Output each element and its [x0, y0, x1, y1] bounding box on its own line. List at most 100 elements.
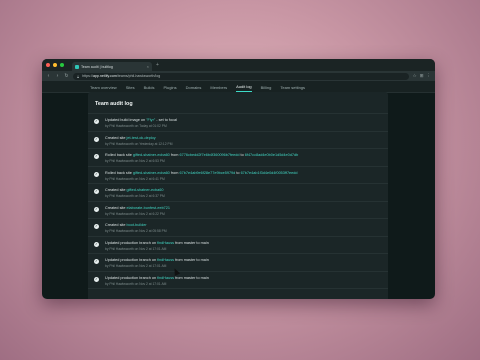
- close-tab-icon[interactable]: ×: [147, 64, 149, 69]
- check-circle-icon: ✓: [94, 259, 99, 264]
- deploy-link[interactable]: 6776cbedd2f7e6b4f360096b7feedd: [180, 153, 240, 157]
- audit-log-entry: ✓ Updated production branch on findHauss …: [88, 272, 388, 289]
- audit-log-entry: ✓ Updated build image on "Flyr" - set to …: [88, 114, 388, 132]
- maximize-window-icon[interactable]: [60, 63, 64, 67]
- menu-kebab-icon[interactable]: ⋮: [427, 73, 432, 79]
- entry-link[interactable]: "Flyr": [146, 118, 155, 122]
- tab-members[interactable]: Members: [210, 85, 227, 92]
- tab-team-settings[interactable]: Team settings: [280, 85, 305, 92]
- url-prefix: https://: [82, 74, 93, 78]
- tab-team-overview[interactable]: Team overview: [90, 85, 117, 92]
- entry-description: Updated production branch on findHauss f…: [105, 254, 388, 262]
- entry-text: - set to focal: [155, 118, 177, 122]
- toolbar-actions: ☆ ⊞ ⋮: [413, 73, 431, 79]
- entry-meta: by Phil Hawksworth on Nov 2 at 6:37 PM: [105, 194, 165, 198]
- tab-billing[interactable]: Billing: [261, 85, 272, 92]
- entry-description: Updated production branch on findHauss f…: [105, 237, 388, 245]
- entry-text: from master to main: [174, 258, 209, 262]
- tab-builds[interactable]: Builds: [144, 85, 155, 92]
- audit-log-entry: ✓ Rolled back site gifted-shatner-ecba60 …: [88, 167, 388, 184]
- audit-log-entry: ✓ Created site gifted-shatner-ecba60 by Ph…: [88, 184, 388, 202]
- deploy-link[interactable]: 67b7e4ab9e6f28e77e9bce5979d: [180, 171, 236, 175]
- check-circle-icon: ✓: [94, 241, 99, 247]
- browser-toolbar: ‹ › ↻ 🔒︎ https://app.netlify.com/teams/p…: [42, 71, 435, 81]
- entry-text: Created site: [105, 205, 127, 210]
- entry-link[interactable]: gifted-shatner-ecba60: [133, 171, 170, 175]
- entry-text: Updated build image on: [105, 118, 147, 122]
- check-circle-icon: ✓: [94, 119, 99, 124]
- check-circle-icon: ✓: [94, 189, 99, 194]
- entry-description: Updated production branch on findHauss f…: [105, 272, 388, 280]
- entry-description: Created site boot-builder: [105, 219, 388, 227]
- browser-tab[interactable]: Team audit | builtlog ×: [72, 62, 152, 71]
- entry-text: Created site: [105, 135, 127, 140]
- entry-meta: by Phil Hawksworth on Nov 2 at 6:22 PM: [105, 211, 165, 216]
- entry-description: Created site gifted-shatner-ecba60: [105, 184, 388, 192]
- deploy-link[interactable]: 67b7e4ab1f3d4e0d4f0053ff7eedd: [241, 171, 298, 175]
- address-bar[interactable]: 🔒︎ https://app.netlify.com/teams/phil-ha…: [73, 72, 409, 80]
- audit-log-entry: ✓ Created site jet-test-ok-deploy by Phil …: [88, 132, 388, 149]
- entry-meta: by Phil Hawksworth on Today at 01:02 PM: [105, 124, 167, 128]
- browser-window: Team audit | builtlog × + ‹ › ↻ 🔒︎ https…: [42, 59, 435, 299]
- entry-link[interactable]: gifted-shatner-ecba60: [133, 153, 170, 157]
- entry-text: Rolled back site: [105, 153, 133, 157]
- entry-text: from: [169, 170, 180, 175]
- entry-text: from master to main: [174, 275, 209, 280]
- new-tab-icon[interactable]: +: [156, 62, 159, 68]
- entry-meta: by Phil Hawksworth on Nov 2 at 6:41 PM: [105, 176, 165, 181]
- audit-log-entry: ✓ Created site elaborate-bunfest-eeb721 by…: [88, 202, 388, 219]
- entry-text: Updated production branch on: [105, 240, 158, 245]
- entry-meta: by Phil Hawksworth on Nov 2 at 05:58 PM: [105, 229, 167, 233]
- entry-meta: by Phil Hawksworth on Yesterday at 12:12…: [105, 141, 173, 146]
- url-path: /teams/phil-hawksworth/log: [116, 74, 161, 78]
- check-circle-icon: ✓: [94, 136, 99, 142]
- entry-description: Created site jet-test-ok-deploy: [105, 132, 388, 140]
- audit-log-entry: ✓ Rolled back site gifted-shatner-ecba60 …: [88, 149, 388, 167]
- tab-bar: Team audit | builtlog × +: [42, 59, 435, 71]
- extensions-icon[interactable]: ⊞: [420, 73, 424, 79]
- entry-description: Created site elaborate-bunfest-eeb721: [105, 202, 388, 210]
- close-window-icon[interactable]: [46, 63, 50, 67]
- check-circle-icon: ✓: [94, 154, 99, 159]
- tab-domains[interactable]: Domains: [186, 85, 202, 92]
- audit-log-entry: ✓ Created site boot-builder by Phil Hawksw…: [88, 219, 388, 237]
- entry-link[interactable]: jet-test-ok-deploy: [127, 136, 156, 140]
- browser-tab-title: Team audit | builtlog: [81, 64, 113, 69]
- audit-log-list: ✓ Updated build image on "Flyr" - set to …: [88, 114, 388, 289]
- tab-audit-log[interactable]: Audit log: [236, 84, 252, 92]
- back-icon[interactable]: ‹: [46, 73, 51, 79]
- entry-text: from master to main: [174, 240, 209, 245]
- bookmark-star-icon[interactable]: ☆: [413, 73, 417, 79]
- entry-link[interactable]: findHauss: [157, 276, 174, 280]
- deploy-link[interactable]: 6f47cc8ad4e0b0e1d5d4e0d7db: [245, 153, 298, 157]
- entry-text: from: [169, 153, 180, 157]
- check-circle-icon: ✓: [94, 206, 99, 212]
- entry-text: Created site: [105, 223, 127, 227]
- check-circle-icon: ✓: [94, 224, 99, 229]
- audit-log-entry: ✓ Updated production branch on findHauss …: [88, 254, 388, 272]
- entry-meta: by Phil Hawksworth on Nov 2 at 17:01 AM: [105, 246, 167, 251]
- site-favicon-icon: [75, 64, 79, 69]
- entry-text: Created site: [105, 188, 127, 192]
- entry-meta: by Phil Hawksworth on Nov 2 at 17:01 AM: [105, 264, 167, 268]
- check-circle-icon: ✓: [94, 171, 99, 177]
- entry-link[interactable]: gifted-shatner-ecba60: [127, 188, 164, 192]
- forward-icon[interactable]: ›: [55, 73, 60, 79]
- entry-link[interactable]: elaborate-bunfest-eeb721: [127, 206, 171, 210]
- page-title: Team audit log: [88, 92, 388, 114]
- tab-plugins[interactable]: Plugins: [164, 85, 177, 92]
- url-host: app.netlify.com: [92, 74, 117, 78]
- lock-icon: 🔒︎: [77, 73, 80, 79]
- reload-icon[interactable]: ↻: [64, 73, 69, 79]
- tab-sites[interactable]: Sites: [126, 85, 135, 92]
- entry-link[interactable]: findHauss: [157, 258, 174, 262]
- entry-meta: by Phil Hawksworth on Nov 2 at 6:53 PM: [105, 159, 165, 163]
- audit-log-panel: Team audit log ✓ Updated build image on "…: [88, 92, 388, 299]
- window-controls: [46, 63, 64, 67]
- minimize-window-icon[interactable]: [53, 63, 57, 67]
- entry-link[interactable]: findHauss: [157, 241, 174, 245]
- entry-link[interactable]: boot-builder: [127, 223, 147, 227]
- check-circle-icon: ✓: [94, 276, 99, 282]
- entry-meta: by Phil Hawksworth on Nov 2 at 17:01 AM: [105, 281, 167, 286]
- entry-description: Updated build image on "Flyr" - set to f…: [105, 114, 388, 122]
